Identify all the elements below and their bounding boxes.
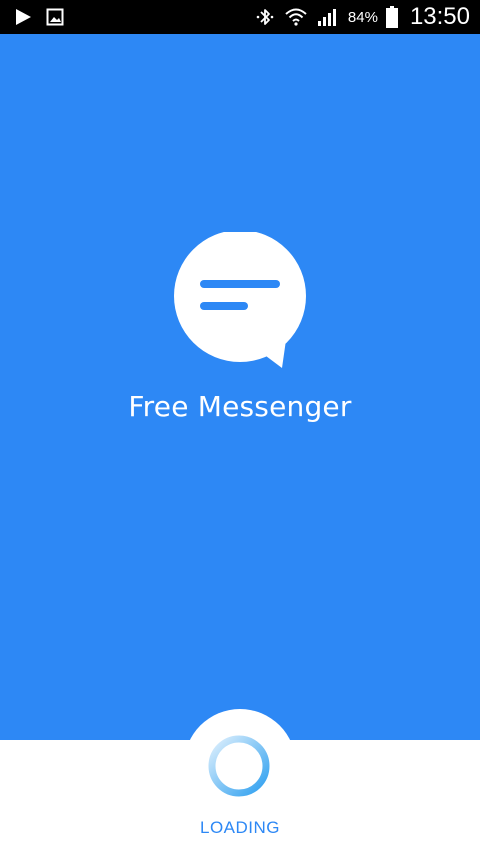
loading-spinner-icon — [206, 733, 272, 799]
loading-label: LOADING — [199, 818, 281, 837]
battery-icon — [385, 6, 398, 28]
status-bar: 84% 13:50 — [0, 0, 480, 34]
image-icon — [46, 8, 64, 26]
status-bar-left — [14, 7, 64, 27]
splash-background: Free Messenger — [0, 34, 480, 740]
battery-percent: 84% — [347, 8, 378, 26]
wifi-icon — [284, 5, 308, 29]
play-icon — [14, 8, 32, 26]
status-bar-right: 84% 13:50 — [254, 0, 470, 34]
signal-icon — [316, 6, 340, 28]
app-name: Free Messenger — [128, 390, 352, 423]
bluetooth-icon — [254, 6, 276, 28]
app-screen: 84% 13:50 Free Messenger LOADING — [0, 0, 480, 854]
status-time: 13:50 — [409, 3, 470, 30]
chat-bubble-icon — [170, 230, 310, 372]
